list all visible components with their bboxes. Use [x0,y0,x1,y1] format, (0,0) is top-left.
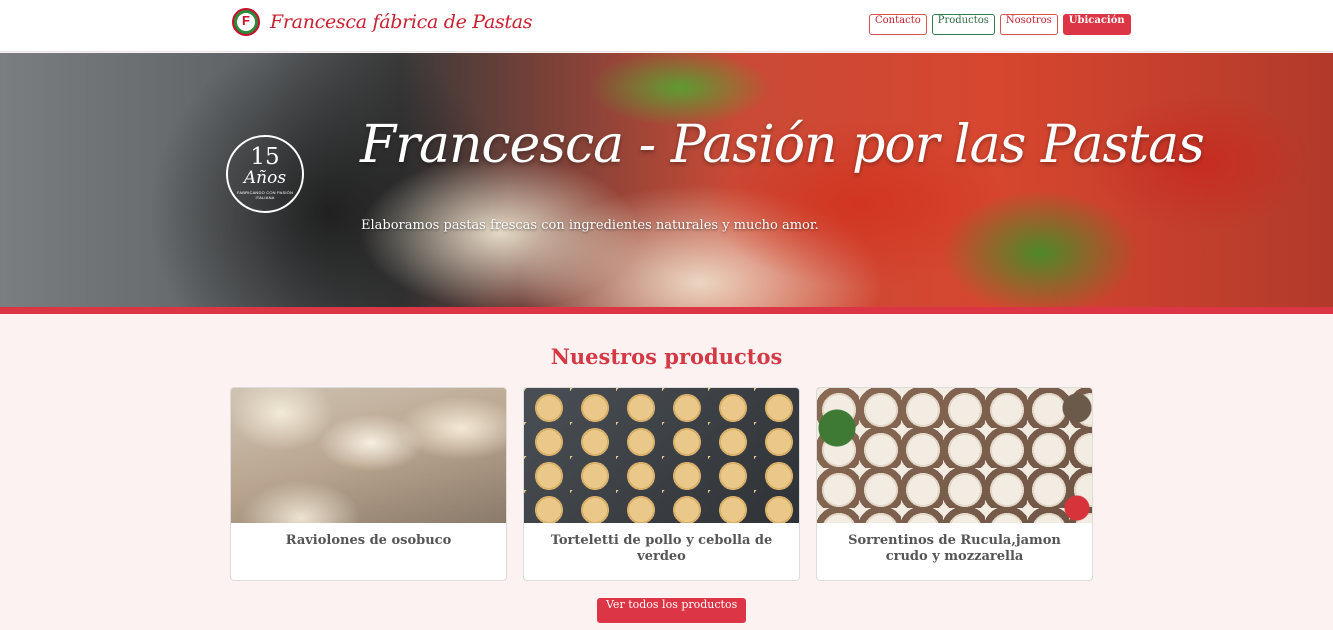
products-title: Nuestros productos [550,344,783,369]
product-image [524,388,799,523]
brand-logo-letter: F [242,13,250,28]
brand-link[interactable]: F Francesca fábrica de Pastas [232,8,533,36]
site-header: F Francesca fábrica de Pastas Contacto P… [0,0,1333,52]
product-card-raviolones[interactable]: Raviolones de osobuco [230,387,507,581]
badge-word: Años [243,168,287,188]
hero-subtitle: Elaboramos pastas frescas con ingredient… [361,218,819,233]
nav-productos[interactable]: Productos [931,14,995,35]
badge-number: 15 [250,144,280,170]
product-name: Torteletti de pollo y cebolla de verdeo [550,533,773,564]
hero-title: Francesca - Pasión por las Pastas [360,115,1205,175]
product-card-sorrentinos[interactable]: Sorrentinos de Rucula,jamon crudo y mozz… [816,387,1093,581]
brand-name: Francesca fábrica de Pastas [270,11,533,33]
nav-nosotros[interactable]: Nosotros [999,14,1058,35]
badge-small-text: FABRICANDO CON PASIÓN ITALIANA [236,190,294,200]
hero-banner: 15 Años FABRICANDO CON PASIÓN ITALIANA F… [0,53,1333,307]
nav-contacto[interactable]: Contacto [869,14,927,35]
product-name: Raviolones de osobuco [285,533,452,548]
hero-divider [0,307,1333,314]
main-nav: Contacto Productos Nosotros Ubicación [869,14,1131,35]
view-all-products-button[interactable]: Ver todos los productos [597,598,747,623]
brand-logo-icon: F [232,8,260,36]
anniversary-badge: 15 Años FABRICANDO CON PASIÓN ITALIANA [226,135,304,213]
product-name: Sorrentinos de Rucula,jamon crudo y mozz… [848,533,1061,564]
nav-ubicacion[interactable]: Ubicación [1062,14,1131,35]
product-image [231,388,506,523]
product-image [817,388,1092,523]
product-card-torteletti[interactable]: Torteletti de pollo y cebolla de verdeo [523,387,800,581]
